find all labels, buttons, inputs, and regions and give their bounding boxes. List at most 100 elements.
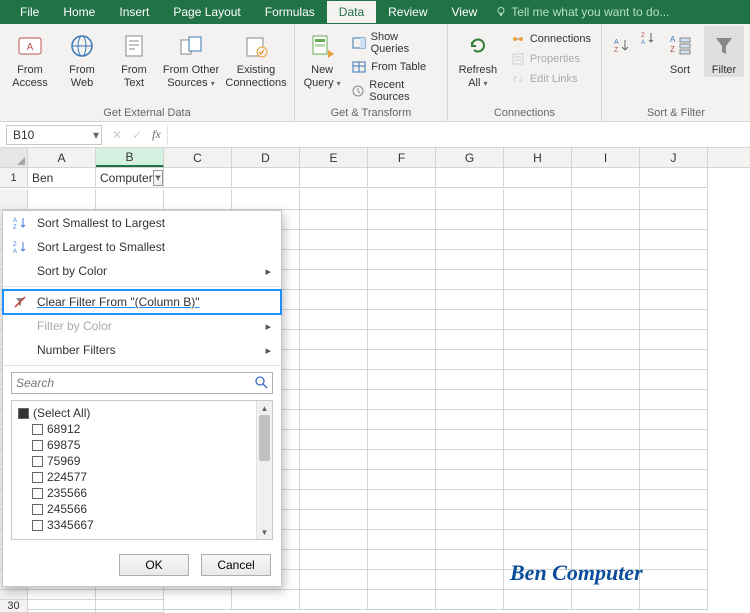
col-header[interactable]: G bbox=[436, 148, 504, 167]
cell[interactable] bbox=[368, 470, 436, 490]
tab-insert[interactable]: Insert bbox=[107, 1, 161, 23]
tell-me-search[interactable]: Tell me what you want to do... bbox=[495, 5, 669, 19]
cell[interactable] bbox=[300, 210, 368, 230]
cell[interactable] bbox=[572, 530, 640, 550]
cell[interactable] bbox=[640, 510, 708, 530]
filter-search-input[interactable]: Search bbox=[11, 372, 273, 394]
cell[interactable] bbox=[504, 490, 572, 510]
cell[interactable] bbox=[96, 190, 164, 210]
from-text-button[interactable]: From Text bbox=[110, 26, 158, 89]
cell[interactable] bbox=[640, 290, 708, 310]
cell[interactable] bbox=[504, 390, 572, 410]
list-item[interactable]: 3345667 bbox=[18, 517, 250, 533]
existing-connections-button[interactable]: Existing Connections bbox=[224, 26, 288, 89]
connections-button[interactable]: Connections bbox=[506, 30, 595, 48]
cell[interactable] bbox=[436, 510, 504, 530]
cell[interactable] bbox=[368, 430, 436, 450]
tab-page-layout[interactable]: Page Layout bbox=[161, 1, 252, 23]
cell[interactable] bbox=[300, 290, 368, 310]
cell[interactable] bbox=[640, 350, 708, 370]
from-access-button[interactable]: A From Access bbox=[6, 26, 54, 89]
cell[interactable] bbox=[436, 390, 504, 410]
col-header[interactable]: H bbox=[504, 148, 572, 167]
cell[interactable] bbox=[572, 230, 640, 250]
cell[interactable] bbox=[436, 410, 504, 430]
cell[interactable] bbox=[96, 599, 164, 613]
cell[interactable] bbox=[436, 270, 504, 290]
cell[interactable]: Computer bbox=[96, 168, 164, 188]
cell[interactable] bbox=[640, 330, 708, 350]
cell[interactable] bbox=[164, 168, 232, 188]
select-all-cell[interactable] bbox=[0, 148, 28, 167]
cell[interactable] bbox=[640, 250, 708, 270]
cell[interactable] bbox=[572, 390, 640, 410]
cell[interactable] bbox=[436, 530, 504, 550]
cell[interactable] bbox=[504, 168, 572, 188]
cell[interactable] bbox=[640, 190, 708, 210]
cell[interactable] bbox=[436, 290, 504, 310]
refresh-all-button[interactable]: Refresh All ▾ bbox=[454, 26, 502, 89]
cell[interactable] bbox=[300, 230, 368, 250]
scroll-thumb[interactable] bbox=[259, 415, 270, 461]
cell[interactable] bbox=[640, 210, 708, 230]
tab-data[interactable]: Data bbox=[327, 1, 376, 23]
cell[interactable] bbox=[436, 570, 504, 590]
col-header[interactable]: D bbox=[232, 148, 300, 167]
cell[interactable] bbox=[436, 330, 504, 350]
cell[interactable] bbox=[368, 168, 436, 188]
cell[interactable] bbox=[572, 490, 640, 510]
list-item[interactable]: 69875 bbox=[18, 437, 250, 453]
sort-by-color-item[interactable]: Sort by Color bbox=[3, 259, 281, 283]
cell[interactable] bbox=[504, 470, 572, 490]
cell[interactable] bbox=[368, 530, 436, 550]
cell[interactable] bbox=[572, 590, 640, 610]
cell[interactable] bbox=[300, 390, 368, 410]
cell[interactable] bbox=[504, 250, 572, 270]
name-box[interactable]: B10▾ bbox=[6, 125, 102, 145]
cell[interactable] bbox=[300, 590, 368, 610]
scroll-down-icon[interactable]: ▼ bbox=[257, 525, 272, 539]
cell[interactable] bbox=[300, 450, 368, 470]
cell[interactable] bbox=[504, 510, 572, 530]
cell[interactable] bbox=[300, 430, 368, 450]
cell[interactable] bbox=[640, 390, 708, 410]
cell[interactable] bbox=[368, 570, 436, 590]
cell[interactable] bbox=[504, 230, 572, 250]
cell[interactable] bbox=[300, 530, 368, 550]
cell[interactable] bbox=[436, 210, 504, 230]
cell[interactable] bbox=[572, 410, 640, 430]
cell[interactable] bbox=[436, 250, 504, 270]
cell[interactable] bbox=[504, 530, 572, 550]
sort-button[interactable]: AZ Sort bbox=[660, 26, 700, 77]
cell[interactable] bbox=[436, 350, 504, 370]
list-item[interactable]: 224577 bbox=[18, 469, 250, 485]
cell[interactable] bbox=[300, 190, 368, 210]
cell[interactable] bbox=[640, 430, 708, 450]
cell[interactable] bbox=[436, 470, 504, 490]
sort-asc-item[interactable]: AZ Sort Smallest to Largest bbox=[3, 211, 281, 235]
cell[interactable] bbox=[164, 190, 232, 210]
cell[interactable] bbox=[572, 190, 640, 210]
cell[interactable] bbox=[300, 168, 368, 188]
from-table-button[interactable]: From Table bbox=[347, 58, 441, 76]
cell[interactable] bbox=[572, 310, 640, 330]
tab-home[interactable]: Home bbox=[51, 1, 107, 23]
cell[interactable] bbox=[640, 310, 708, 330]
cell[interactable] bbox=[300, 310, 368, 330]
from-web-button[interactable]: From Web bbox=[58, 26, 106, 89]
tab-file[interactable]: File bbox=[8, 1, 51, 23]
cell[interactable] bbox=[232, 168, 300, 188]
scrollbar[interactable]: ▲ ▼ bbox=[256, 401, 272, 539]
cell[interactable] bbox=[504, 190, 572, 210]
formula-bar[interactable] bbox=[167, 125, 750, 145]
cell[interactable] bbox=[368, 290, 436, 310]
cell[interactable] bbox=[640, 590, 708, 610]
cell[interactable] bbox=[368, 350, 436, 370]
cell[interactable] bbox=[572, 430, 640, 450]
cell[interactable] bbox=[232, 590, 300, 610]
sort-az-ribbon-button[interactable]: AZ bbox=[608, 26, 636, 62]
cell[interactable] bbox=[640, 230, 708, 250]
cell[interactable] bbox=[368, 270, 436, 290]
cell[interactable] bbox=[504, 370, 572, 390]
tab-review[interactable]: Review bbox=[376, 1, 439, 23]
